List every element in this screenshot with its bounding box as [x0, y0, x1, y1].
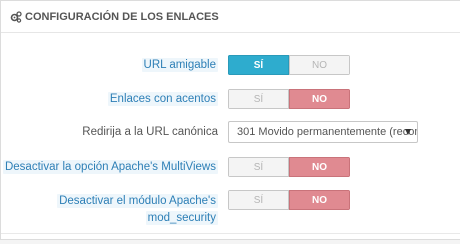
- friendly-url-no-option[interactable]: NO: [289, 55, 350, 75]
- links-config-panel: CONFIGURACIÓN DE LOS ENLACES URL amigabl…: [0, 0, 460, 240]
- accented-links-switch[interactable]: SÍ NO: [228, 89, 350, 109]
- friendly-url-label: URL amigable: [141, 58, 218, 72]
- multiviews-switch[interactable]: SÍ NO: [228, 157, 350, 177]
- panel-heading: CONFIGURACIÓN DE LOS ENLACES: [1, 1, 460, 33]
- panel-divider: [1, 233, 460, 234]
- multiviews-label: Desactivar la opción Apache's MultiViews: [2, 160, 218, 174]
- caret-down-icon: [405, 129, 411, 135]
- friendly-url-yes-option[interactable]: SÍ: [228, 55, 289, 75]
- mod-security-label-line2: mod_security: [145, 211, 218, 225]
- multiviews-no-option[interactable]: NO: [289, 157, 350, 177]
- mod-security-switch[interactable]: SÍ NO: [228, 190, 350, 210]
- multiviews-yes-option[interactable]: SÍ: [228, 157, 289, 177]
- setting-label: Desactivar la opción Apache's MultiViews: [2, 160, 218, 175]
- mod-security-yes-option[interactable]: SÍ: [228, 190, 289, 210]
- mod-security-label-line1: Desactivar el módulo Apache's: [57, 194, 218, 208]
- panel-title: CONFIGURACIÓN DE LOS ENLACES: [25, 10, 219, 23]
- accented-links-no-option[interactable]: NO: [289, 89, 350, 109]
- canonical-redirect-value: 301 Movido permanentemente (recom: [237, 126, 418, 138]
- setting-label: Redirija a la URL canónica: [82, 125, 218, 140]
- canonical-redirect-label: Redirija a la URL canónica: [82, 126, 218, 138]
- accented-links-yes-option[interactable]: SÍ: [228, 89, 289, 109]
- canonical-redirect-select[interactable]: 301 Movido permanentemente (recom: [228, 121, 418, 143]
- friendly-url-switch[interactable]: SÍ NO: [228, 55, 350, 75]
- mod-security-no-option[interactable]: NO: [289, 190, 350, 210]
- setting-label: URL amigable: [141, 58, 218, 73]
- accented-links-label: Enlaces con acentos: [107, 92, 218, 106]
- setting-label: Enlaces con acentos: [107, 92, 218, 107]
- gears-icon: [10, 10, 22, 23]
- setting-label: Desactivar el módulo Apache's mod_securi…: [48, 193, 218, 227]
